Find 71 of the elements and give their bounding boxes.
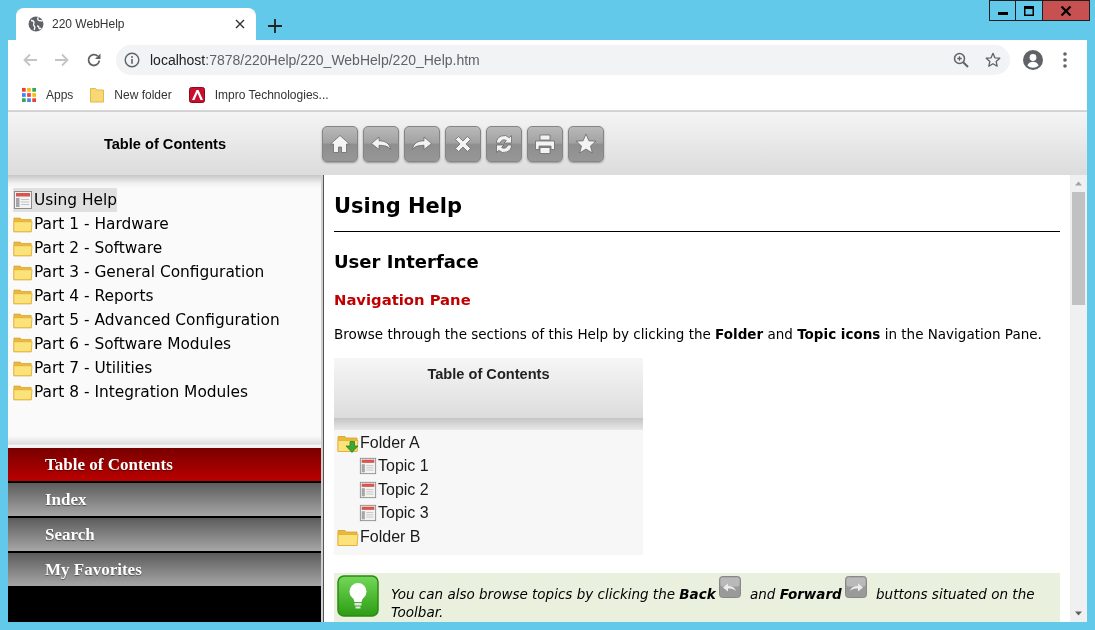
profile-icon[interactable] xyxy=(1023,50,1043,70)
bookmark-link[interactable]: Impro Technologies... xyxy=(188,87,329,103)
plus-icon[interactable] xyxy=(268,19,282,33)
page-icon xyxy=(359,504,377,523)
site-logo-icon xyxy=(188,87,205,103)
tree-item[interactable]: Part 2 - Software xyxy=(13,236,163,260)
folder-icon xyxy=(13,310,33,330)
maximize-icon xyxy=(1024,5,1034,16)
tree-item[interactable]: Part 5 - Advanced Configuration xyxy=(13,308,280,332)
pane-tab[interactable]: Search xyxy=(8,516,321,551)
tree-label: Topic 3 xyxy=(378,504,429,523)
page-title: Using Help xyxy=(334,193,464,219)
folder-icon xyxy=(13,334,33,354)
paragraph: Browse through the sections of this Help by clicking the Folder and Topic icons in the Navigation Pane. xyxy=(334,325,1043,343)
tree-item[interactable]: Part 1 - Hardware xyxy=(13,212,169,236)
tree-item[interactable]: Part 3 - General Configuration xyxy=(13,260,265,284)
close-icon xyxy=(1060,5,1072,16)
scrollbar[interactable] xyxy=(1070,175,1087,622)
folder-icon xyxy=(13,214,33,234)
toolbar-button[interactable] xyxy=(568,125,604,162)
minimize-button[interactable] xyxy=(989,0,1016,21)
star-icon xyxy=(574,131,598,156)
zoom-icon[interactable] xyxy=(953,52,969,68)
apps-grid-icon xyxy=(22,88,36,102)
folder-icon xyxy=(90,87,105,103)
address-bar[interactable]: localhost:7878/220Help/220_WebHelp/220_Help.htm xyxy=(116,45,1010,75)
toolbar-button[interactable] xyxy=(486,125,522,162)
pane-tab[interactable]: Index xyxy=(8,481,321,516)
star-icon[interactable] xyxy=(985,52,1001,68)
tree-item[interactable]: Part 6 - Software Modules xyxy=(13,332,232,356)
tree-label: Topic 1 xyxy=(378,457,429,476)
inset-header: Table of Contents xyxy=(334,358,643,430)
maximize-button[interactable] xyxy=(1016,0,1043,21)
page-icon xyxy=(359,457,377,476)
tree-item[interactable]: Part 4 - Reports xyxy=(13,284,154,308)
toolbar-button[interactable] xyxy=(363,125,399,162)
pane-tab[interactable]: Table of Contents xyxy=(8,446,321,481)
folder-icon xyxy=(13,382,33,402)
minimize-icon xyxy=(997,12,1008,15)
tree-item[interactable]: Part 8 - Integration Modules xyxy=(13,380,249,404)
bookmark-link[interactable]: New folder xyxy=(90,87,172,103)
toolbar-button[interactable] xyxy=(404,125,440,162)
pane-tab[interactable]: My Favorites xyxy=(8,551,321,586)
tip-text: You can also browse topics by clicking the Back and Forward buttons situated on the Toolbar. xyxy=(391,576,1050,621)
reload-icon[interactable] xyxy=(86,52,102,68)
tree-item[interactable]: Part 7 - Utilities xyxy=(13,356,153,380)
info-icon[interactable] xyxy=(124,52,140,68)
tree-item[interactable]: Using Help xyxy=(13,188,118,212)
printer-icon xyxy=(533,131,557,156)
scrollbar-thumb[interactable] xyxy=(1072,192,1085,305)
globe-icon xyxy=(28,16,44,32)
close-icon[interactable] xyxy=(235,19,245,29)
toolbar-button[interactable] xyxy=(445,125,481,162)
pane-title: Table of Contents xyxy=(102,135,228,152)
close-button[interactable] xyxy=(1043,0,1090,21)
bookmark-link[interactable]: Apps xyxy=(22,88,74,102)
browser-tab[interactable]: 220 WebHelp xyxy=(16,8,256,40)
tree-label: Folder B xyxy=(360,527,421,546)
folder-icon xyxy=(13,262,33,282)
folder-icon xyxy=(13,238,33,258)
subsection-heading: Navigation Pane xyxy=(334,291,472,309)
toolbar-button[interactable] xyxy=(527,125,563,162)
toolbar-button[interactable] xyxy=(322,125,358,162)
page-icon xyxy=(359,480,377,499)
tree-label: Topic 2 xyxy=(378,480,429,499)
folder-icon xyxy=(13,286,33,306)
folder-icon xyxy=(13,358,33,378)
page-icon xyxy=(13,190,33,210)
tree-label: Folder A xyxy=(360,433,420,452)
section-heading: User Interface xyxy=(334,251,480,273)
menu-icon[interactable] xyxy=(1063,52,1067,68)
